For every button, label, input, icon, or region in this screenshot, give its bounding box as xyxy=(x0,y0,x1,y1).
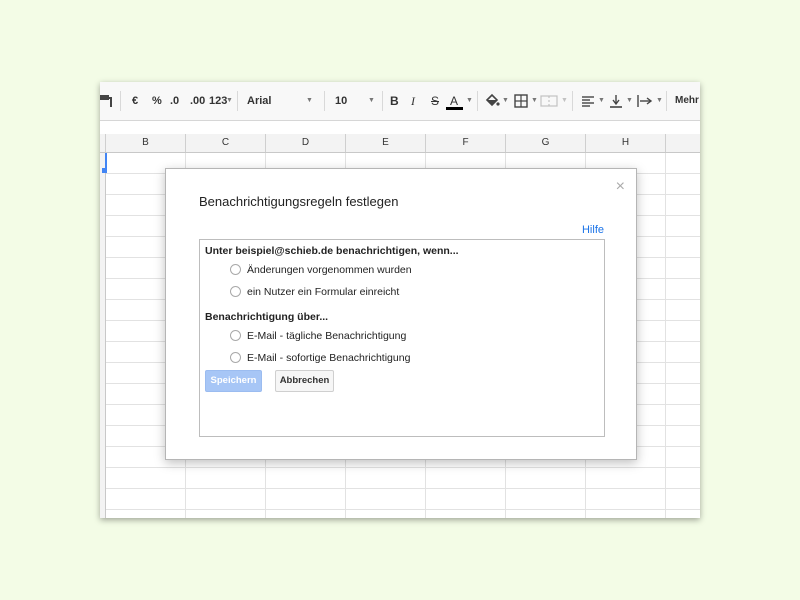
column-header-g[interactable]: G xyxy=(506,134,586,152)
bold-button[interactable]: B xyxy=(390,82,399,120)
option-label: ein Nutzer ein Formular einreicht xyxy=(247,286,400,298)
column-header-row: B C D E F G H xyxy=(100,134,700,153)
column-header-c[interactable]: C xyxy=(186,134,266,152)
toolbar-separator xyxy=(120,91,121,111)
radio-button[interactable] xyxy=(230,329,241,341)
decrease-decimals-button[interactable]: .0 xyxy=(170,82,179,120)
notify-via-label: Benachrichtigung über... xyxy=(205,311,329,323)
rules-panel: Unter beispiel@schieb.de benachrichtigen… xyxy=(199,239,605,437)
increase-decimals-button[interactable]: .00 xyxy=(190,82,205,120)
chevron-down-icon[interactable]: ▼ xyxy=(626,82,633,120)
number-format-button[interactable]: 123 xyxy=(209,82,227,120)
option-changes-made[interactable]: Änderungen vorgenommen wurden xyxy=(230,263,412,277)
column-header-h[interactable]: H xyxy=(586,134,666,152)
strikethrough-button[interactable]: S xyxy=(431,82,439,120)
more-button[interactable]: Mehr xyxy=(675,82,699,120)
text-color-bar xyxy=(446,107,463,110)
option-label: E-Mail - tägliche Benachrichtigung xyxy=(247,330,407,342)
chevron-down-icon[interactable]: ▼ xyxy=(368,82,375,120)
font-family-select[interactable]: Arial xyxy=(247,82,271,120)
radio-button[interactable] xyxy=(230,351,241,363)
formula-bar-area xyxy=(100,121,700,135)
percent-button[interactable]: % xyxy=(152,82,162,120)
chevron-down-icon[interactable]: ▼ xyxy=(502,82,509,120)
fill-color-icon[interactable] xyxy=(484,93,500,109)
option-email-immediate[interactable]: E-Mail - sofortige Benachrichtigung xyxy=(230,351,410,365)
chevron-down-icon[interactable]: ▼ xyxy=(226,82,233,120)
toolbar-separator xyxy=(382,91,383,111)
valign-bottom-icon[interactable] xyxy=(608,93,624,109)
chevron-down-icon[interactable]: ▼ xyxy=(531,82,538,120)
toolbar-separator xyxy=(237,91,238,111)
chevron-down-icon[interactable]: ▼ xyxy=(656,82,663,120)
dialog-title: Benachrichtigungsregeln festlegen xyxy=(199,194,399,209)
toolbar-separator xyxy=(572,91,573,111)
align-left-icon[interactable] xyxy=(580,93,596,109)
option-email-daily[interactable]: E-Mail - tägliche Benachrichtigung xyxy=(230,329,406,343)
text-wrap-icon[interactable] xyxy=(636,93,654,109)
radio-button[interactable] xyxy=(230,263,241,275)
notify-when-label: Unter beispiel@schieb.de benachrichtigen… xyxy=(205,245,459,257)
column-header-d[interactable]: D xyxy=(266,134,346,152)
fill-handle[interactable] xyxy=(102,168,107,173)
borders-icon[interactable] xyxy=(513,93,529,109)
currency-button[interactable]: € xyxy=(132,82,138,120)
column-header-b[interactable]: B xyxy=(106,134,186,152)
toolbar: € % .0 .00 123 ▼ Arial ▼ 10 ▼ B I S A ▼ … xyxy=(100,82,700,121)
column-header-i[interactable] xyxy=(666,134,700,152)
option-label: E-Mail - sofortige Benachrichtigung xyxy=(247,352,411,364)
merge-cells-icon xyxy=(540,95,558,107)
chevron-down-icon[interactable]: ▼ xyxy=(466,82,473,120)
text-color-button[interactable]: A xyxy=(450,82,458,120)
option-form-submitted[interactable]: ein Nutzer ein Formular einreicht xyxy=(230,285,399,299)
font-size-select[interactable]: 10 xyxy=(335,82,347,120)
column-header-e[interactable]: E xyxy=(346,134,426,152)
save-button[interactable]: Speichern xyxy=(205,370,262,392)
close-icon[interactable]: × xyxy=(616,177,625,197)
chevron-down-icon: ▼ xyxy=(561,97,568,104)
chevron-down-icon[interactable]: ▼ xyxy=(306,82,313,120)
chevron-down-icon[interactable]: ▼ xyxy=(598,82,605,120)
toolbar-separator xyxy=(477,91,478,111)
toolbar-separator xyxy=(324,91,325,111)
toolbar-separator xyxy=(666,91,667,111)
notification-rules-dialog: Benachrichtigungsregeln festlegen × Hilf… xyxy=(165,168,637,460)
radio-button[interactable] xyxy=(230,285,241,297)
help-link[interactable]: Hilfe xyxy=(582,224,604,236)
paint-format-icon[interactable] xyxy=(100,93,116,109)
option-label: Änderungen vorgenommen wurden xyxy=(247,264,412,276)
italic-button[interactable]: I xyxy=(411,82,415,120)
column-header-f[interactable]: F xyxy=(426,134,506,152)
cancel-button[interactable]: Abbrechen xyxy=(275,370,334,392)
